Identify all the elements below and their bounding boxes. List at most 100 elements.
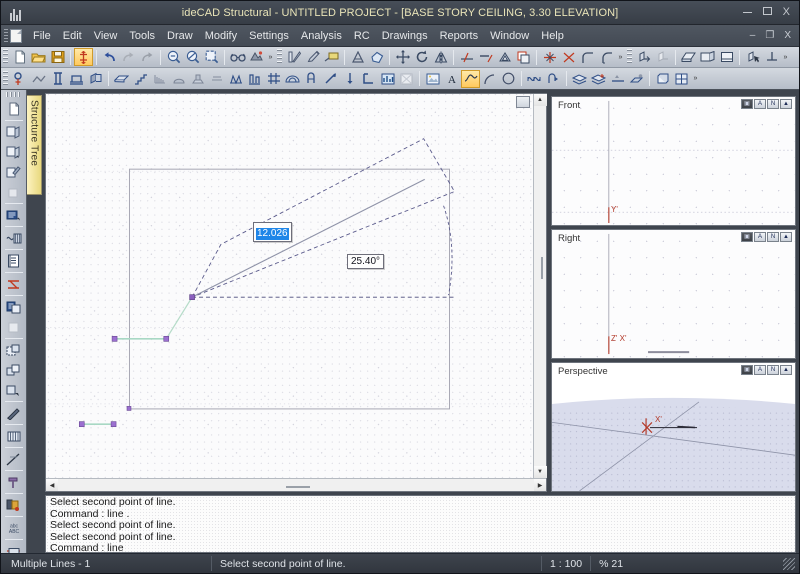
vault-icon[interactable] bbox=[283, 70, 302, 88]
glasses-view-icon[interactable] bbox=[228, 48, 247, 66]
axis-lock-icon[interactable] bbox=[634, 48, 653, 66]
align-icon[interactable] bbox=[608, 70, 627, 88]
close-button[interactable]: X bbox=[783, 7, 790, 18]
group-icon[interactable] bbox=[3, 340, 25, 360]
beam-icon[interactable] bbox=[29, 70, 48, 88]
vp-restore-icon[interactable]: ▣ bbox=[741, 232, 753, 242]
menu-drag-grip[interactable] bbox=[4, 28, 8, 43]
corner-icon[interactable] bbox=[359, 70, 378, 88]
status-zoom[interactable]: % 21 bbox=[590, 556, 631, 571]
measure-pen-icon[interactable] bbox=[3, 403, 25, 423]
text-icon[interactable]: A bbox=[442, 70, 461, 88]
resize-grip[interactable] bbox=[783, 557, 795, 570]
menu-item-help[interactable]: Help bbox=[535, 28, 570, 44]
paste-object-icon[interactable] bbox=[3, 142, 25, 162]
left-toolbar-grip[interactable] bbox=[5, 92, 22, 97]
menu-item-rc[interactable]: RC bbox=[348, 28, 376, 44]
break-icon[interactable] bbox=[540, 48, 559, 66]
rotate-icon[interactable] bbox=[412, 48, 431, 66]
mirror-icon[interactable] bbox=[431, 48, 450, 66]
save-disk-icon[interactable] bbox=[48, 48, 67, 66]
length-input-box[interactable]: 12.026 bbox=[253, 222, 292, 242]
grid-axis-icon[interactable] bbox=[264, 70, 283, 88]
mdi-minimize-button[interactable]: – bbox=[750, 30, 756, 41]
edit-object-icon[interactable] bbox=[3, 162, 25, 182]
hammer-icon[interactable] bbox=[3, 472, 25, 492]
explode-icon[interactable] bbox=[627, 70, 646, 88]
vp-zoom-icon[interactable]: ▲ bbox=[780, 232, 792, 242]
label-tag-icon[interactable] bbox=[322, 48, 341, 66]
dim-horizontal-icon[interactable] bbox=[3, 541, 25, 553]
viewport-perspective[interactable]: Perspective X' ▣ A N ▲ bbox=[551, 362, 796, 492]
arc-icon[interactable] bbox=[480, 70, 499, 88]
stair-2-icon[interactable] bbox=[245, 70, 264, 88]
list-report-icon[interactable] bbox=[3, 251, 25, 271]
menu-item-view[interactable]: View bbox=[88, 28, 124, 44]
structure-tree-tab[interactable]: Structure Tree bbox=[27, 95, 42, 195]
shearwall-icon[interactable] bbox=[86, 70, 105, 88]
toolbar-grip[interactable] bbox=[3, 70, 8, 87]
toolbar-overflow-button[interactable]: » bbox=[616, 49, 625, 66]
scroll-down-arrow[interactable]: ▼ bbox=[533, 466, 547, 478]
load-icon[interactable] bbox=[340, 70, 359, 88]
polygon-select-icon[interactable] bbox=[367, 48, 386, 66]
new-file-icon[interactable] bbox=[10, 48, 29, 66]
vp-axis-icon[interactable]: A bbox=[754, 365, 766, 375]
canvas-render-toggle-icon[interactable] bbox=[516, 96, 530, 108]
drawing-canvas[interactable]: 12.026 25.40° bbox=[46, 94, 533, 478]
scroll-right-arrow[interactable]: ▶ bbox=[534, 479, 546, 491]
menu-item-analysis[interactable]: Analysis bbox=[295, 28, 348, 44]
maximize-button[interactable] bbox=[762, 7, 772, 18]
vscroll-thumb[interactable] bbox=[541, 257, 543, 280]
double-beam-icon[interactable] bbox=[48, 70, 67, 88]
toolbar-overflow-button[interactable]: » bbox=[266, 49, 275, 66]
column-point-icon[interactable] bbox=[10, 70, 29, 88]
vp-north-icon[interactable]: N bbox=[767, 99, 779, 109]
plan-view-icon[interactable] bbox=[679, 48, 698, 66]
truss-icon[interactable] bbox=[226, 70, 245, 88]
elevation-view-icon[interactable] bbox=[698, 48, 717, 66]
toolbar-overflow-button[interactable]: » bbox=[691, 70, 700, 87]
move-icon[interactable] bbox=[393, 48, 412, 66]
menu-item-file[interactable]: File bbox=[27, 28, 57, 44]
undo-icon[interactable] bbox=[100, 48, 119, 66]
viewport-front[interactable]: Front Y' ▣ A N ▲ bbox=[551, 96, 796, 226]
minimize-button[interactable] bbox=[742, 7, 752, 18]
diagonal-line-icon[interactable] bbox=[3, 449, 25, 469]
foundation-icon[interactable] bbox=[67, 70, 86, 88]
ramp-icon[interactable] bbox=[150, 70, 169, 88]
rebar-icon[interactable] bbox=[302, 70, 321, 88]
stair-icon[interactable] bbox=[131, 70, 150, 88]
level-icon[interactable] bbox=[762, 48, 781, 66]
menu-item-edit[interactable]: Edit bbox=[57, 28, 88, 44]
book-library-icon[interactable] bbox=[3, 426, 25, 446]
toolbar-grip[interactable] bbox=[627, 49, 632, 65]
vp-axis-icon[interactable]: A bbox=[754, 99, 766, 109]
vp-axis-icon[interactable]: A bbox=[754, 232, 766, 242]
chart-icon[interactable] bbox=[378, 70, 397, 88]
materials-icon[interactable] bbox=[3, 495, 25, 515]
vp-north-icon[interactable]: N bbox=[767, 232, 779, 242]
circle-icon[interactable] bbox=[499, 70, 518, 88]
duplicate-icon[interactable] bbox=[3, 297, 25, 317]
menu-item-reports[interactable]: Reports bbox=[434, 28, 485, 44]
vp-restore-icon[interactable]: ▣ bbox=[741, 99, 753, 109]
hscroll-thumb[interactable] bbox=[286, 486, 311, 488]
zoom-out-icon[interactable] bbox=[164, 48, 183, 66]
spline-icon[interactable] bbox=[525, 70, 544, 88]
ungroup-icon[interactable] bbox=[3, 360, 25, 380]
menu-item-window[interactable]: Window bbox=[484, 28, 535, 44]
multi-edit-icon[interactable] bbox=[3, 228, 25, 248]
select-pointer-icon[interactable] bbox=[3, 99, 25, 119]
font-abc-icon[interactable]: abc ABC bbox=[3, 518, 25, 538]
properties-icon[interactable] bbox=[3, 205, 25, 225]
angle-value-box[interactable]: 25.40° bbox=[347, 254, 385, 269]
redo-icon[interactable] bbox=[138, 48, 157, 66]
group-move-icon[interactable] bbox=[3, 380, 25, 400]
chamfer-icon[interactable] bbox=[559, 48, 578, 66]
line-tool-icon[interactable] bbox=[461, 69, 480, 88]
fillet-icon[interactable] bbox=[578, 48, 597, 66]
trim-icon[interactable] bbox=[457, 48, 476, 66]
pointer-3d-icon[interactable] bbox=[743, 48, 762, 66]
toolbar-grip[interactable] bbox=[277, 49, 282, 65]
